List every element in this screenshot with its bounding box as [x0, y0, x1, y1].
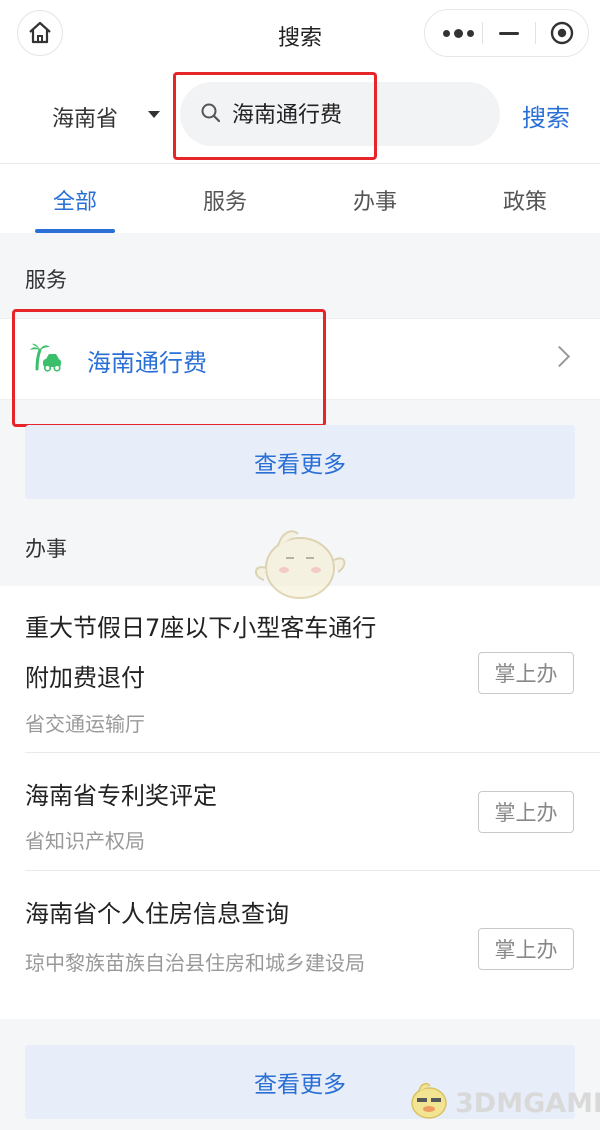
item-title: 重大节假日7座以下小型客车通行附加费退付	[25, 614, 377, 692]
tab-policy[interactable]: 政策	[475, 184, 575, 216]
capsule-divider	[535, 22, 536, 44]
service-name: 海南通行费	[87, 349, 207, 377]
more-options-button[interactable]	[433, 10, 483, 56]
affairs-list: 重大节假日7座以下小型客车通行附加费退付 省交通运输厅 掌上办 海南省专利奖评定…	[0, 586, 600, 1019]
region-selector[interactable]: 海南省	[52, 101, 118, 133]
item-title: 海南省专利奖评定	[25, 782, 217, 810]
minus-icon	[499, 31, 519, 35]
chevron-right-icon	[548, 345, 571, 368]
close-miniprogram-button[interactable]	[539, 10, 585, 56]
section-title-services: 服务	[25, 268, 67, 292]
search-input[interactable]	[232, 95, 482, 131]
search-box[interactable]	[180, 82, 500, 146]
handy-service-button[interactable]: 掌上办	[478, 791, 574, 833]
list-item[interactable]: 重大节假日7座以下小型客车通行附加费退付 省交通运输厅 掌上办	[0, 586, 600, 752]
section-title-affairs: 办事	[25, 537, 67, 561]
active-tab-indicator	[35, 229, 115, 233]
list-item[interactable]: 海南省专利奖评定 省知识产权局 掌上办	[0, 753, 600, 870]
more-dots-icon	[441, 28, 476, 38]
tab-services[interactable]: 服务	[175, 184, 275, 216]
mascot-watermark-icon	[255, 530, 346, 599]
capsule-divider	[482, 22, 483, 44]
top-nav-bar: 搜索	[0, 0, 600, 66]
search-icon	[201, 103, 221, 123]
services-more-button[interactable]: 查看更多	[25, 425, 575, 499]
site-watermark: 3DMGAME	[405, 1074, 600, 1126]
tab-affairs[interactable]: 办事	[325, 184, 425, 216]
mini-program-capsule	[424, 9, 589, 57]
item-title: 海南省个人住房信息查询	[25, 900, 289, 928]
category-tabs: 全部 服务 办事 政策	[0, 164, 600, 233]
handy-service-button[interactable]: 掌上办	[478, 928, 574, 970]
search-bar-row: 海南省 搜索	[0, 66, 600, 164]
item-department: 省知识产权局	[25, 829, 145, 853]
list-item[interactable]: 海南省个人住房信息查询 琼中黎族苗族自治县住房和城乡建设局 掌上办	[0, 871, 600, 1019]
handy-service-button[interactable]: 掌上办	[478, 652, 574, 694]
item-department: 省交通运输厅	[25, 712, 145, 736]
minimize-button[interactable]	[487, 10, 531, 56]
item-department: 琼中黎族苗族自治县住房和城乡建设局	[25, 951, 365, 975]
palm-car-icon	[30, 343, 61, 372]
tab-all[interactable]: 全部	[25, 184, 125, 216]
caret-down-icon[interactable]	[148, 111, 160, 118]
target-close-icon	[550, 21, 574, 45]
search-button[interactable]: 搜索	[522, 98, 570, 133]
duck-logo-icon	[411, 1082, 447, 1119]
service-item[interactable]: 海南通行费	[0, 318, 600, 400]
watermark-text: 3DMGAME	[455, 1088, 600, 1119]
